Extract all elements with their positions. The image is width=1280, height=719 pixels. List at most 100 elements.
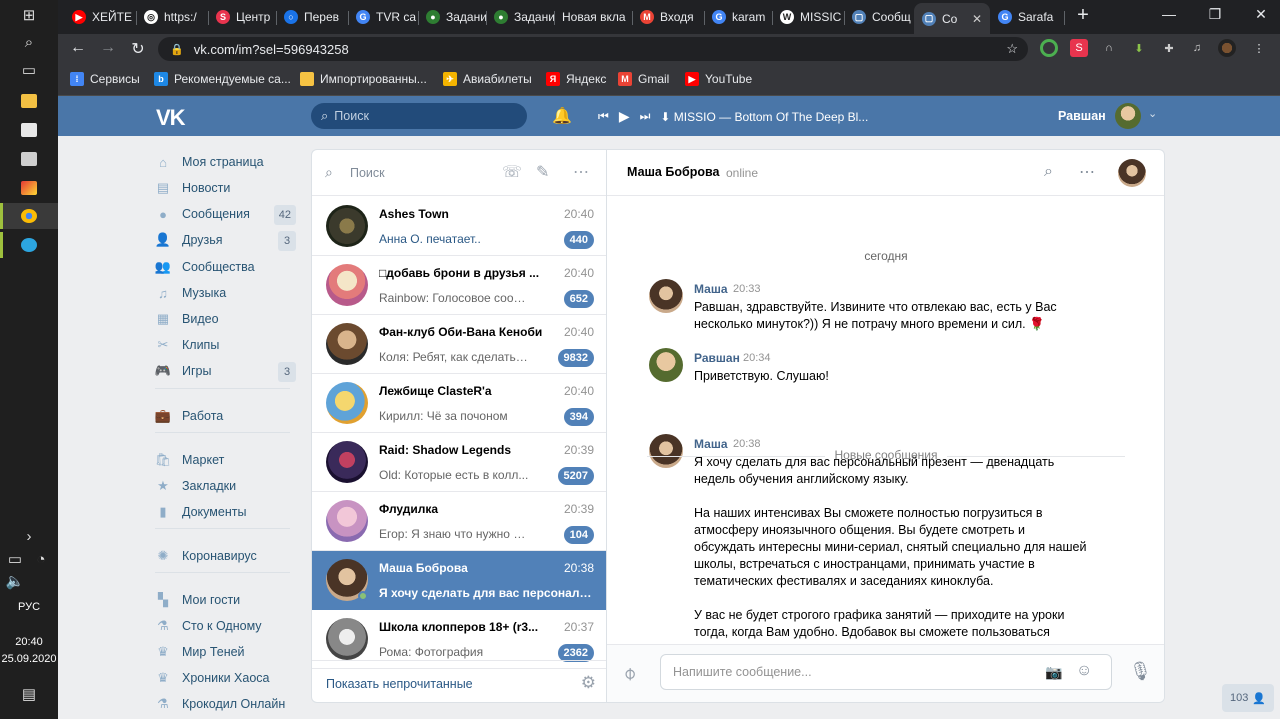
message-author-avatar[interactable] [649, 348, 683, 382]
bookmark-item[interactable]: Я Яндекс [546, 72, 606, 86]
chat-peer-name[interactable]: Маша Боброва [627, 165, 719, 179]
chat-peer-avatar[interactable] [1118, 159, 1146, 187]
dialog-item[interactable]: Флудилка 20:39 Егор: Я знаю что нужно д...… [312, 492, 606, 551]
previous-track-icon[interactable]: ⏮ [598, 109, 609, 124]
search-icon[interactable]: ⌕ [1044, 163, 1053, 181]
maximize-button[interactable]: ❐ [1200, 6, 1230, 23]
search-icon[interactable]: ⌕ [14, 31, 44, 53]
browser-tab[interactable]: ○ Перев [276, 4, 348, 30]
menu-item-4[interactable]: 👤 Друзья 3 [155, 228, 300, 252]
store-icon[interactable] [14, 119, 44, 141]
menu-item-8[interactable]: ✂ Клипы [155, 333, 300, 357]
browser-tab[interactable]: G TVR са [348, 4, 418, 30]
menu-item-13[interactable]: ▮ Документы [155, 500, 300, 524]
microphone-icon[interactable]: 🎙 [1129, 661, 1152, 682]
extension-download-icon[interactable]: ⬇ [1130, 39, 1148, 57]
bookmark-item[interactable]: Импортированны... [300, 72, 427, 86]
message-author[interactable]: Равшан [694, 351, 740, 365]
app-icon[interactable] [14, 177, 44, 199]
menu-item-11[interactable]: 🛍 Маркет [155, 448, 300, 472]
new-tab-button[interactable]: + [1068, 4, 1098, 27]
browser-tab[interactable]: M Входя [632, 4, 704, 30]
reload-button[interactable]: ↻ [127, 39, 149, 59]
wifi-icon[interactable]: ◔ [30, 548, 52, 570]
dialog-item[interactable]: Ashes Town 20:40 Анна О. печатает.. 440 [312, 197, 606, 256]
notifications-bell-icon[interactable]: 🔔 [552, 106, 572, 126]
dialog-item[interactable]: Маша Боброва 20:38 Я хочу сделать для вас … [312, 551, 606, 610]
chevron-down-icon[interactable]: ⌄ [1148, 107, 1157, 120]
message-author[interactable]: Маша [694, 282, 728, 296]
dialogs-search-input[interactable]: ⌕ Поиск ☏ ✎ ⋯ [312, 150, 606, 196]
more-icon[interactable]: ⋯ [573, 162, 589, 182]
extension-s-icon[interactable]: S [1070, 39, 1088, 57]
chrome-icon[interactable] [14, 205, 44, 227]
browser-tab[interactable]: ◎ https:/ [136, 4, 208, 30]
volume-icon[interactable]: 🔈 [4, 570, 26, 592]
telegram-icon[interactable] [14, 234, 44, 256]
play-icon[interactable]: ▶ [619, 108, 630, 125]
battery-icon[interactable]: ▭ [4, 548, 26, 570]
vk-logo[interactable]: VK [156, 105, 186, 131]
minimize-button[interactable]: — [1154, 6, 1184, 22]
close-window-button[interactable]: ✕ [1246, 6, 1276, 23]
photos-icon[interactable] [14, 148, 44, 170]
vk-search-input[interactable]: ⌕ Поиск [311, 103, 527, 129]
more-icon[interactable]: ⋯ [1079, 162, 1096, 182]
windows-start-icon[interactable]: ⊞ [14, 4, 44, 26]
browser-tab[interactable]: Gkaram [704, 4, 772, 30]
browser-tab[interactable]: S Центр [208, 4, 276, 30]
notifications-icon[interactable]: ▤ [14, 683, 44, 705]
menu-item-9[interactable]: 🎮 Игры 3 [155, 359, 300, 383]
menu-item-1[interactable]: ⌂ Моя страница [155, 150, 300, 174]
gear-icon[interactable]: ⚙ [581, 673, 596, 693]
dialog-item[interactable]: Raid: Shadow Legends 20:39 Old: Которые ес… [312, 433, 606, 492]
online-friends-counter[interactable]: 103 👤 [1222, 684, 1274, 712]
emoji-icon[interactable]: ☺ [1076, 662, 1092, 680]
attach-icon[interactable]: ⌀ [618, 662, 641, 685]
chat-history[interactable]: сегодня Маша 20:33 Равшан, здравствуйте. И… [607, 197, 1164, 642]
file-explorer-icon[interactable] [14, 90, 44, 112]
media-control-icon[interactable]: ♫ [1188, 39, 1206, 57]
bookmark-item[interactable]: M Gmail [618, 72, 669, 86]
menu-item-17[interactable]: ♛ Мир Теней [155, 640, 300, 664]
address-bar[interactable]: 🔒 vk.com/im?sel=596943258 ☆ [158, 37, 1028, 61]
menu-item-16[interactable]: ⚗ Сто к Одному [155, 614, 300, 638]
menu-item-14[interactable]: ✺ Коронавирус [155, 544, 300, 568]
menu-item-7[interactable]: ▦ Видео [155, 307, 300, 331]
extensions-puzzle-icon[interactable]: ✚ [1160, 39, 1178, 57]
show-unread-link[interactable]: Показать непрочитанные [326, 677, 473, 691]
language-indicator[interactable]: РУС [0, 601, 58, 613]
task-view-icon[interactable]: ▭ [14, 59, 44, 81]
bookmark-item[interactable]: ⁞ Сервисы [70, 72, 140, 86]
bookmark-item[interactable]: ▶ YouTube [685, 72, 752, 86]
bookmark-star-icon[interactable]: ☆ [1006, 41, 1018, 57]
user-name[interactable]: Равшан [1058, 109, 1106, 123]
chrome-menu-icon[interactable]: ⋮ [1250, 39, 1268, 57]
close-tab-icon[interactable]: ✕ [972, 12, 982, 26]
browser-tab[interactable]: G Sarafa [990, 4, 1064, 30]
message-author-avatar[interactable] [649, 279, 683, 313]
forward-button[interactable]: → [97, 39, 119, 57]
menu-item-2[interactable]: ▤ Новости [155, 176, 300, 200]
menu-item-3[interactable]: ● Сообщения 42 [155, 202, 300, 226]
extension-arc-icon[interactable]: ∩ [1100, 39, 1118, 57]
browser-tab[interactable]: Новая вкла [554, 4, 632, 30]
profile-avatar[interactable] [1218, 39, 1236, 57]
menu-item-12[interactable]: ★ Закладки [155, 474, 300, 498]
current-track-title[interactable]: ⬇ MISSIO — Bottom Of The Deep Bl... [660, 110, 868, 124]
dialog-item[interactable]: Лежбище ClasteR'a 20:40 Кирилл: Чё за почо… [312, 374, 606, 433]
clock-time[interactable]: 20:40 [0, 636, 58, 648]
new-call-icon[interactable]: ☏ [502, 162, 522, 182]
user-avatar[interactable] [1115, 103, 1141, 129]
camera-icon[interactable]: 📷 [1045, 664, 1062, 681]
menu-item-19[interactable]: ⚗ Крокодил Онлайн [155, 692, 300, 716]
compose-icon[interactable]: ✎ [536, 162, 549, 182]
tray-expand-icon[interactable]: › [14, 525, 44, 547]
browser-tab[interactable]: ▶ ХЕЙТЕ [64, 4, 136, 30]
browser-tab[interactable]: W MISSIC [772, 4, 844, 30]
back-button[interactable]: ← [67, 39, 89, 57]
menu-item-15[interactable]: ▚ Мои гости [155, 588, 300, 612]
menu-item-10[interactable]: 💼 Работа [155, 404, 300, 428]
extension-green-icon[interactable] [1040, 39, 1058, 57]
bookmark-item[interactable]: ✈ Авиабилеты [443, 72, 532, 86]
